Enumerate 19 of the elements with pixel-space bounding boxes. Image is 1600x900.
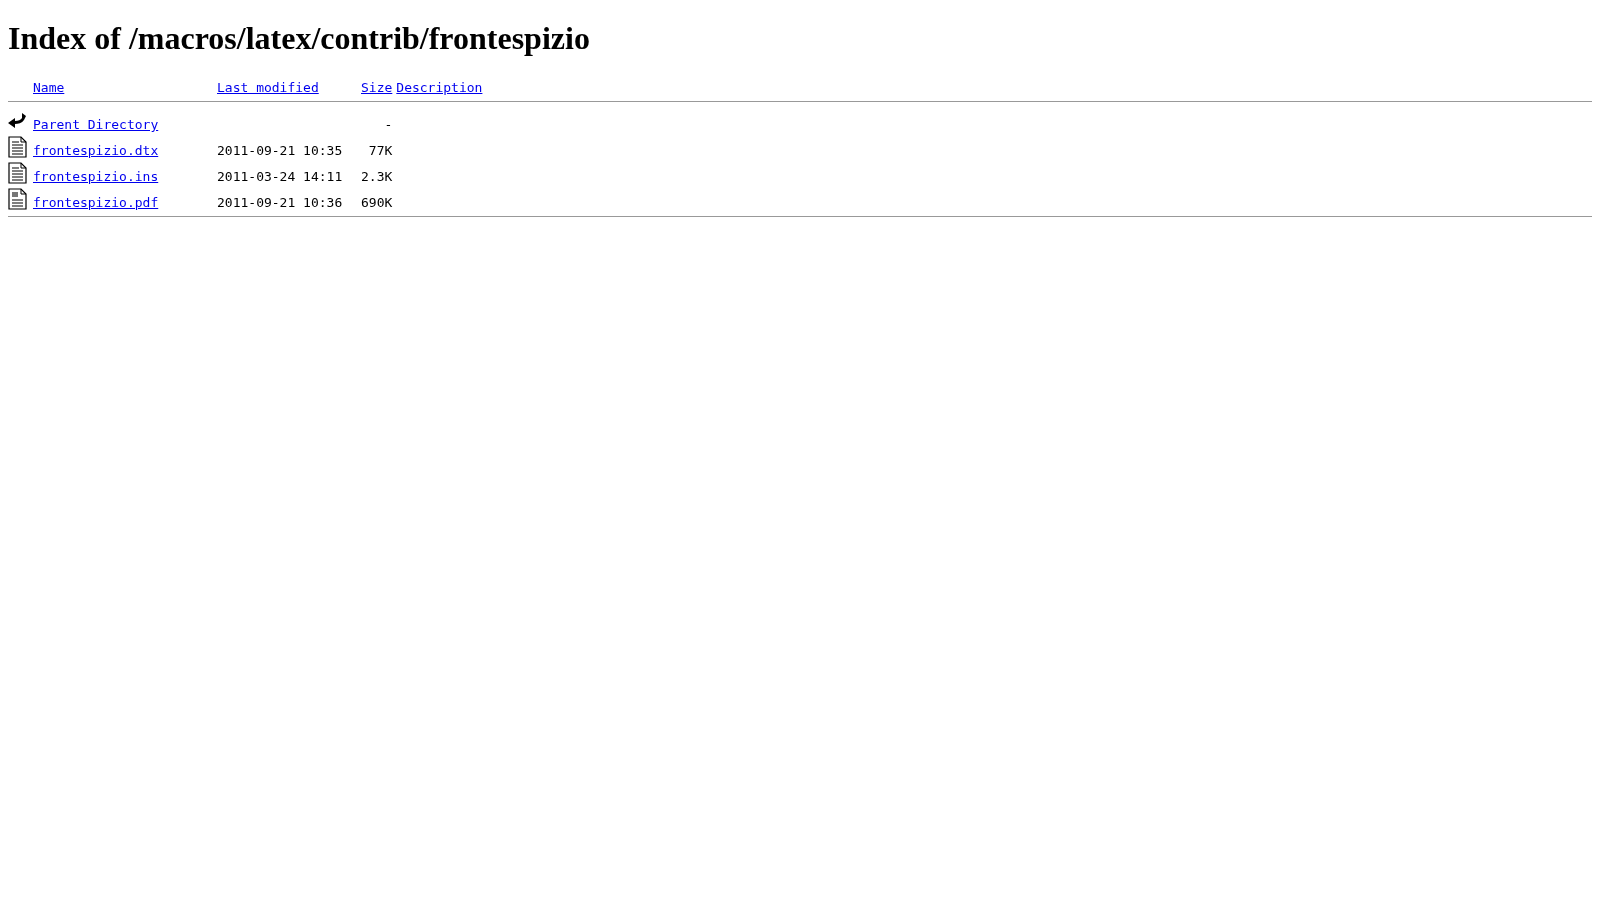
column-sort-link[interactable]: Size [361,80,393,95]
modified-date: 2011-03-24 14:11 [217,169,343,184]
modified-date: 2011-09-21 10:36 [217,195,343,210]
file-size: 2.3K [361,169,393,184]
file-link[interactable]: frontespizio.ins [33,169,159,184]
document-file-icon [8,188,28,210]
file-link[interactable]: Parent Directory [33,117,159,132]
text-file-icon [8,162,28,184]
page-title: Index of /macros/latex/contrib/frontespizio [8,20,591,57]
file-size: 77K [368,143,393,158]
file-size: - [384,117,393,132]
column-sort-link[interactable]: Description [396,80,483,95]
column-sort-link[interactable]: Name [33,80,65,95]
file-link[interactable]: frontespizio.dtx [33,143,159,158]
text-file-icon [8,136,28,158]
file-size: 690K [361,195,393,210]
file-link[interactable]: frontespizio.pdf [33,195,159,210]
modified-date: 2011-09-21 10:35 [217,143,343,158]
column-sort-link[interactable]: Last modified [217,80,319,95]
